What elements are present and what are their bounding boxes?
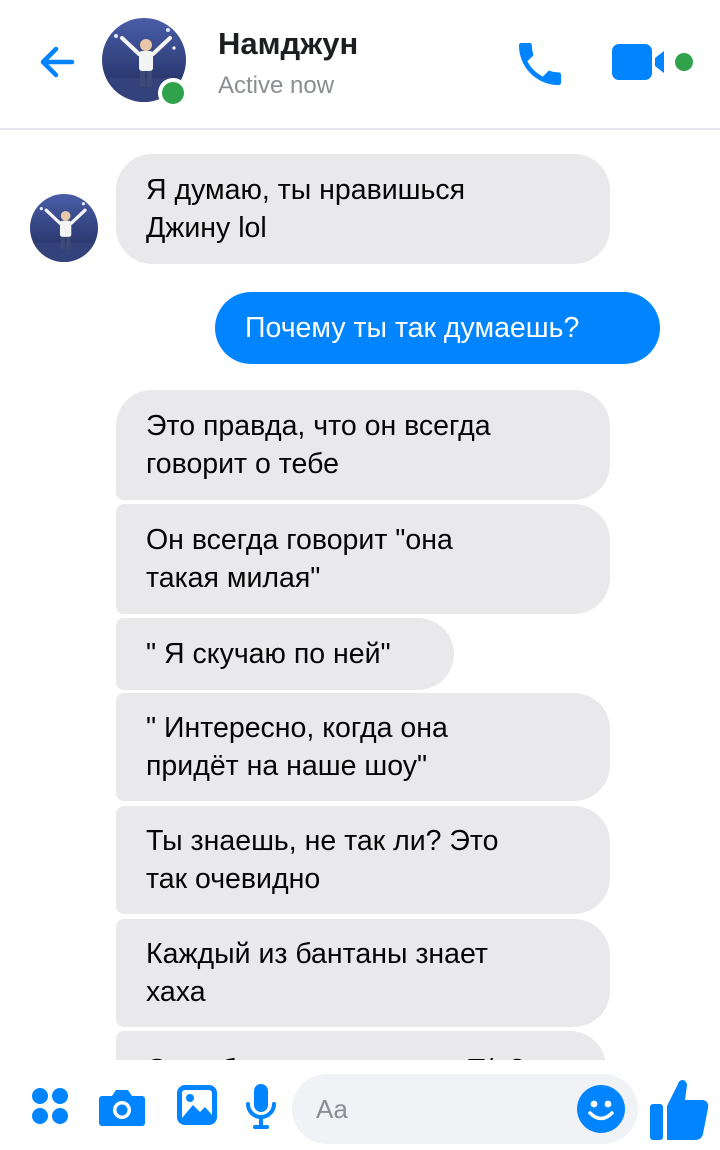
- smiley-icon: [577, 1085, 625, 1133]
- message-line: Он всегда говорит "она: [146, 524, 453, 556]
- video-camera-icon: [612, 44, 693, 80]
- incoming-message[interactable]: Я думаю, ты нравишься Джину lol: [116, 154, 610, 264]
- gallery-button[interactable]: [176, 1084, 218, 1126]
- message-composer: Aa: [0, 1060, 720, 1150]
- incoming-message[interactable]: " Я скучаю по ней": [116, 618, 454, 690]
- incoming-message[interactable]: Он всегда говорит "она такая милая": [116, 504, 610, 614]
- message-text: " Я скучаю по ней": [146, 635, 391, 673]
- video-call-button[interactable]: [608, 36, 700, 88]
- message-line: Я думаю, ты нравишься: [146, 174, 466, 206]
- emoji-button[interactable]: [576, 1084, 626, 1134]
- message-line: Он тебе тоже нравится, Т/и?: [146, 1051, 525, 1060]
- phone-icon: [519, 43, 561, 85]
- more-actions-button[interactable]: [30, 1086, 70, 1126]
- message-line: Ты знаешь, не так ли? Это: [146, 825, 499, 857]
- incoming-message[interactable]: " Интересно, когда она придёт на наше шо…: [116, 693, 610, 801]
- arrow-left-icon: [40, 46, 75, 78]
- incoming-message[interactable]: Это правда, что он всегда говорит о тебе: [116, 390, 610, 500]
- contact-avatar[interactable]: [102, 18, 188, 108]
- voice-call-button[interactable]: [512, 36, 568, 92]
- message-line: Джину lol: [146, 212, 267, 244]
- incoming-message[interactable]: Каждый из бантаны знает хаха: [116, 919, 610, 1027]
- message-line: " Я скучаю по ней": [146, 638, 391, 670]
- active-status-dot: [158, 78, 188, 108]
- sender-avatar: [30, 194, 98, 262]
- avatar-photo: [30, 194, 98, 262]
- like-button[interactable]: [648, 1076, 710, 1142]
- message-line: придёт на наше шоу": [146, 750, 428, 782]
- message-line: хаха: [146, 976, 206, 1008]
- camera-icon: [99, 1090, 145, 1126]
- message-text: Он всегда говорит "она такая милая": [146, 521, 453, 597]
- microphone-icon: [246, 1084, 276, 1129]
- incoming-message[interactable]: Ты знаешь, не так ли? Это так очевидно: [116, 806, 610, 914]
- message-text: " Интересно, когда она придёт на наше шо…: [146, 709, 448, 785]
- outgoing-message[interactable]: Почему ты так думаешь?: [215, 292, 660, 364]
- message-line: Почему ты так думаешь?: [245, 312, 580, 344]
- message-line: " Интересно, когда она: [146, 712, 448, 744]
- image-icon: [177, 1085, 217, 1125]
- incoming-message[interactable]: Он тебе тоже нравится, Т/и?: [116, 1031, 606, 1060]
- message-list[interactable]: Я думаю, ты нравишься Джину lol Почему т…: [0, 130, 720, 1060]
- chat-screen: Намджун Active now Я думаю, ты нравишься…: [0, 0, 720, 1150]
- message-line: такая милая": [146, 562, 321, 594]
- message-text: Я думаю, ты нравишься Джину lol: [146, 171, 465, 247]
- camera-button[interactable]: [98, 1086, 146, 1128]
- message-text: Он тебе тоже нравится, Т/и?: [146, 1051, 525, 1060]
- back-button[interactable]: [34, 38, 82, 86]
- chat-header: Намджун Active now: [0, 0, 720, 130]
- voice-message-button[interactable]: [244, 1082, 278, 1130]
- contact-status: Active now: [218, 72, 335, 99]
- thumbs-up-icon: [650, 1080, 709, 1140]
- message-text: Каждый из бантаны знает хаха: [146, 935, 488, 1011]
- message-line: так очевидно: [146, 863, 321, 895]
- contact-name[interactable]: Намджун: [218, 26, 358, 62]
- message-text: Это правда, что он всегда говорит о тебе: [146, 407, 491, 483]
- message-line: Каждый из бантаны знает: [146, 938, 488, 970]
- message-line: говорит о тебе: [146, 448, 339, 480]
- message-text: Ты знаешь, не так ли? Это так очевидно: [146, 822, 498, 898]
- four-dots-icon: [32, 1088, 68, 1124]
- message-text: Почему ты так думаешь?: [245, 309, 579, 347]
- message-line: Это правда, что он всегда: [146, 410, 491, 442]
